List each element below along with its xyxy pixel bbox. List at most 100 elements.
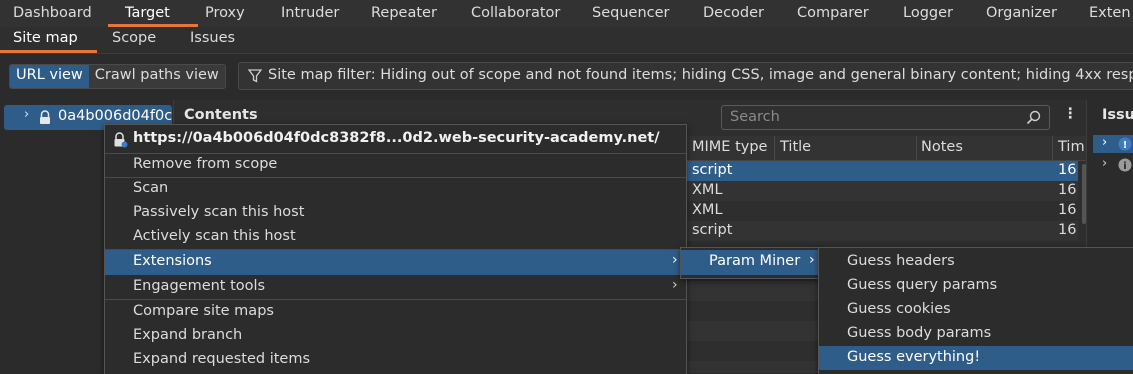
column-divider xyxy=(916,136,917,160)
menu-item-label: Guess body params xyxy=(847,325,992,341)
column-mime-type[interactable]: MIME type xyxy=(692,139,767,155)
column-title[interactable]: Title xyxy=(780,139,811,155)
chevron-right-icon: › xyxy=(672,277,678,293)
tab-sequencer[interactable]: Sequencer xyxy=(592,5,669,21)
sub-tab-bar: Site map Scope Issues xyxy=(0,27,1133,54)
cell-mime: script xyxy=(692,222,733,238)
tab-proxy[interactable]: Proxy xyxy=(205,5,245,21)
menu-item-guess-cookies[interactable]: Guess cookies xyxy=(819,298,1133,322)
chevron-right-icon[interactable]: › xyxy=(24,107,29,122)
menu-item-active-scan[interactable]: Actively scan this host xyxy=(105,225,686,249)
cell-time: 16 xyxy=(1058,162,1077,178)
tab-collaborator[interactable]: Collaborator xyxy=(471,5,560,21)
issues-title: Issu xyxy=(1102,107,1133,123)
tab-comparer[interactable]: Comparer xyxy=(797,5,869,21)
subtab-scope[interactable]: Scope xyxy=(112,30,156,46)
table-row[interactable]: XML 16 xyxy=(687,201,1078,221)
menu-item-compare-site-maps[interactable]: Compare site maps xyxy=(105,300,686,324)
menu-item-label: Expand requested items xyxy=(133,351,311,367)
menu-item-guess-body-params[interactable]: Guess body params xyxy=(819,322,1133,346)
chevron-right-icon[interactable]: › xyxy=(1102,156,1107,171)
issue-row[interactable]: › i xyxy=(1093,156,1133,174)
subtab-issues[interactable]: Issues xyxy=(190,30,235,46)
menu-item-label: Engagement tools xyxy=(133,278,266,294)
context-menu: https://0a4b006d04f0dc8382f8...0d2.web-s… xyxy=(104,124,687,374)
chevron-right-icon: › xyxy=(672,252,678,268)
tab-decoder[interactable]: Decoder xyxy=(703,5,764,21)
column-divider xyxy=(1052,136,1053,160)
main-tab-bar: Dashboard Target Proxy Intruder Repeater… xyxy=(0,0,1133,27)
menu-item-guess-everything[interactable]: Guess everything! xyxy=(819,346,1133,370)
column-notes[interactable]: Notes xyxy=(921,139,963,155)
menu-item-passive-scan[interactable]: Passively scan this host xyxy=(105,201,686,225)
menu-item-expand-branch[interactable]: Expand branch xyxy=(105,324,686,348)
search-placeholder: Search xyxy=(730,109,780,125)
issue-row[interactable]: › ! xyxy=(1093,135,1133,153)
sitemap-toolbar: URL view Crawl paths view Site map filte… xyxy=(0,54,1133,100)
contents-title: Contents xyxy=(184,107,258,123)
menu-item-label: Remove from scope xyxy=(133,156,278,172)
url-view-button[interactable]: URL view xyxy=(10,65,89,88)
more-options-icon[interactable]: ⋮ xyxy=(1063,106,1078,122)
table-row[interactable]: script 16 xyxy=(687,221,1078,241)
site-map-filter-bar[interactable]: Site map filter: Hiding out of scope and… xyxy=(238,62,1133,90)
svg-text:i: i xyxy=(1123,161,1126,172)
menu-item-label: Actively scan this host xyxy=(133,228,296,244)
contents-search-input[interactable]: Search xyxy=(721,105,1050,130)
tab-intruder[interactable]: Intruder xyxy=(281,5,339,21)
filter-text: Site map filter: Hiding out of scope and… xyxy=(268,67,1133,83)
menu-item-label: Expand branch xyxy=(133,327,243,343)
tab-logger[interactable]: Logger xyxy=(903,5,953,21)
cell-time: 16 xyxy=(1058,202,1077,218)
context-menu-url: https://0a4b006d04f0dc8382f8...0d2.web-s… xyxy=(133,130,660,146)
tab-target[interactable]: Target xyxy=(125,5,170,21)
cell-mime: XML xyxy=(692,182,723,198)
search-icon[interactable] xyxy=(1026,110,1041,125)
tab-dashboard[interactable]: Dashboard xyxy=(13,5,92,21)
menu-item-label: Guess everything! xyxy=(847,349,981,365)
subtab-site-map[interactable]: Site map xyxy=(13,30,78,46)
table-header: MIME type Title Notes Tim xyxy=(687,136,1086,161)
menu-item-scan[interactable]: Scan xyxy=(105,177,686,201)
filter-icon xyxy=(248,69,262,83)
table-row[interactable]: script 16 xyxy=(687,161,1078,181)
menu-item-label: Scan xyxy=(133,180,169,196)
svg-text:!: ! xyxy=(1123,140,1128,151)
menu-item-guess-headers[interactable]: Guess headers xyxy=(819,250,1133,274)
menu-item-engagement-tools[interactable]: Engagement tools › xyxy=(105,275,686,299)
menu-item-extensions[interactable]: Extensions › xyxy=(105,250,686,275)
param-miner-submenu: Guess headers Guess query params Guess c… xyxy=(818,247,1133,374)
info-icon: i xyxy=(1118,158,1132,172)
cell-time: 16 xyxy=(1058,222,1077,238)
menu-item-label: Extensions xyxy=(133,253,212,269)
extensions-submenu: Param Miner › xyxy=(680,247,822,279)
menu-item-remove-from-scope[interactable]: Remove from scope xyxy=(105,153,686,177)
menu-item-label: Guess headers xyxy=(847,253,955,269)
tab-organizer[interactable]: Organizer xyxy=(986,5,1057,21)
lock-icon xyxy=(114,132,128,148)
tab-repeater[interactable]: Repeater xyxy=(371,5,437,21)
tree-host-label: 0a4b006d04f0c xyxy=(58,108,172,124)
active-subtab-indicator xyxy=(0,50,97,53)
menu-item-label: Param Miner xyxy=(709,253,801,269)
tab-extensions[interactable]: Exten xyxy=(1089,5,1131,21)
menu-item-guess-query-params[interactable]: Guess query params xyxy=(819,274,1133,298)
column-divider xyxy=(774,136,775,160)
menu-item-label: Guess query params xyxy=(847,277,998,293)
menu-item-param-miner[interactable]: Param Miner › xyxy=(681,250,821,275)
menu-item-expand-requested-items[interactable]: Expand requested items xyxy=(105,348,686,372)
table-row[interactable]: XML 16 xyxy=(687,181,1078,201)
cell-time: 16 xyxy=(1058,182,1077,198)
high-severity-icon: ! xyxy=(1118,137,1132,151)
chevron-right-icon: › xyxy=(809,252,815,268)
menu-item-label: Compare site maps xyxy=(133,303,274,319)
menu-item-label: Guess cookies xyxy=(847,301,951,317)
cell-mime: script xyxy=(692,162,733,178)
view-toggle: URL view Crawl paths view xyxy=(9,64,226,89)
crawl-paths-view-button[interactable]: Crawl paths view xyxy=(88,65,225,88)
column-time[interactable]: Tim xyxy=(1058,139,1085,155)
cell-mime: XML xyxy=(692,202,723,218)
lock-icon xyxy=(40,110,50,124)
menu-item-label: Passively scan this host xyxy=(133,204,305,220)
chevron-right-icon[interactable]: › xyxy=(1102,135,1107,150)
